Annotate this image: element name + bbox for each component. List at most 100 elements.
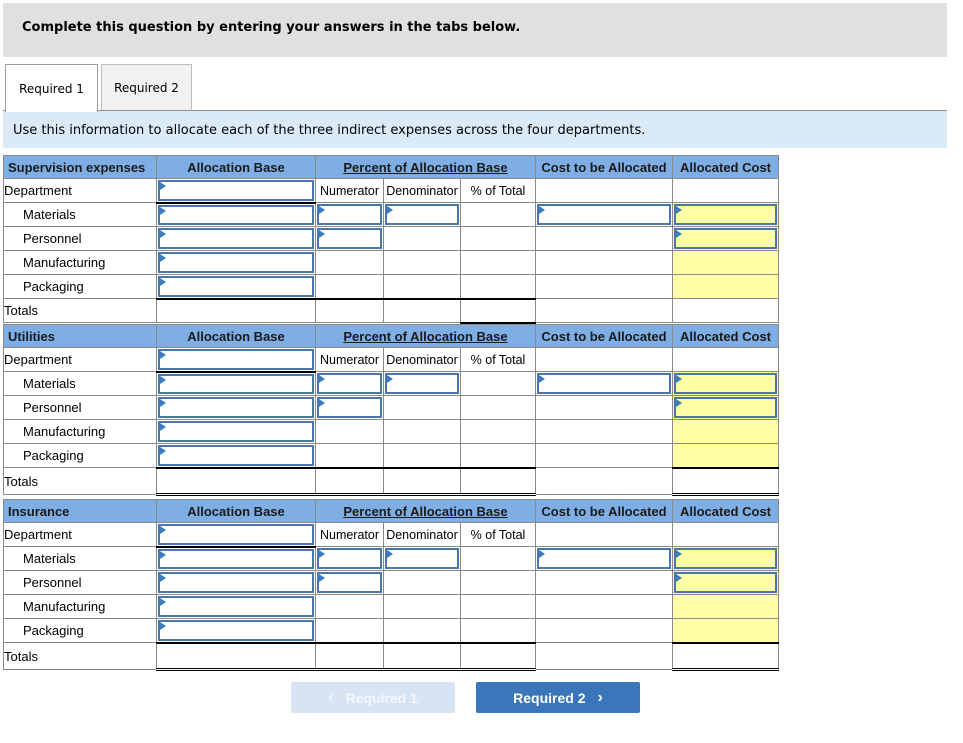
instructions-text: Complete this question by entering your … [22, 20, 521, 35]
department-row: Materials [3, 371, 779, 396]
allocated-cost-header: Allocated Cost [672, 155, 779, 179]
cost-to-be-allocated-total [535, 642, 673, 670]
cost-to-be-allocated-cell [535, 395, 673, 420]
empty-cell [535, 178, 673, 203]
department-name: Manufacturing [3, 594, 157, 619]
allocation-base-input[interactable] [158, 228, 314, 249]
allocated-cost-input[interactable] [674, 228, 777, 249]
allocated-cost-header: Allocated Cost [672, 324, 779, 348]
department-name: Materials [3, 202, 157, 227]
allocated-cost-cell [672, 546, 779, 571]
prev-required-button[interactable]: ‹ Required 1 [291, 682, 455, 713]
empty-cell [672, 178, 779, 203]
numerator-total [315, 642, 384, 671]
department-label: Department [3, 178, 157, 203]
denominator-cell [383, 250, 461, 275]
allocated-cost-input[interactable] [674, 548, 777, 569]
department-subheader-row: Department Numerator Denominator % of To… [3, 522, 779, 548]
allocation-table-supervision-expenses: Supervision expenses Allocation Base Per… [3, 155, 779, 324]
denominator-cell [383, 202, 461, 227]
allocated-cost-cell [672, 618, 779, 644]
next-required-button[interactable]: Required 2 › [476, 682, 640, 713]
department-name: Materials [3, 546, 157, 571]
pct-total-label: % of Total [460, 522, 536, 547]
numerator-input[interactable] [317, 373, 382, 394]
allocation-base-cell [156, 226, 316, 251]
allocation-base-input[interactable] [158, 572, 314, 593]
allocation-base-header: Allocation Base [156, 324, 316, 348]
numerator-input[interactable] [317, 397, 382, 418]
cost-to-be-allocated-header: Cost to be Allocated [535, 499, 673, 523]
cost-to-be-allocated-cell [535, 274, 673, 299]
allocation-base-input[interactable] [158, 421, 314, 442]
allocation-base-input[interactable] [158, 596, 314, 617]
numerator-cell [315, 419, 384, 444]
numerator-input[interactable] [317, 548, 382, 569]
allocated-cost-cell [672, 371, 779, 396]
allocation-base-name-cell [156, 522, 316, 548]
totals-row: Totals [3, 467, 779, 496]
pct-total-total [460, 467, 536, 496]
department-name: Personnel [3, 395, 157, 420]
denominator-cell [383, 443, 461, 469]
denominator-cell [383, 226, 461, 251]
allocation-base-input[interactable] [158, 397, 314, 418]
pct-total-cell [460, 546, 536, 571]
allocation-base-input[interactable] [158, 445, 314, 466]
allocation-base-input[interactable] [158, 204, 314, 225]
allocated-cost-input[interactable] [674, 373, 777, 394]
info-banner: Use this information to allocate each of… [3, 111, 947, 148]
tab-required-2[interactable]: Required 2 [101, 64, 192, 111]
allocation-base-name-input[interactable] [158, 349, 314, 370]
numerator-cell [315, 202, 384, 227]
allocation-base-input[interactable] [158, 252, 314, 273]
allocation-base-input[interactable] [158, 620, 314, 641]
numerator-input[interactable] [317, 572, 382, 593]
allocated-cost-cell [672, 250, 779, 275]
percent-of-allocation-base-header: Percent of Allocation Base [315, 324, 536, 348]
allocated-cost-cell [672, 202, 779, 227]
cost-to-be-allocated-input[interactable] [537, 204, 671, 225]
numerator-label: Numerator [315, 522, 384, 547]
allocation-base-name-input[interactable] [158, 180, 314, 201]
denominator-input[interactable] [385, 373, 459, 394]
numerator-cell [315, 570, 384, 595]
allocation-base-cell [156, 395, 316, 420]
allocation-base-input[interactable] [158, 373, 314, 394]
department-row: Personnel [3, 395, 779, 420]
denominator-label: Denominator [383, 347, 461, 372]
percent-header-text: Percent of Allocation Base [343, 503, 508, 519]
cost-to-be-allocated-cell [535, 618, 673, 643]
allocation-base-name-input[interactable] [158, 524, 314, 545]
pct-total-cell [460, 202, 536, 227]
allocated-cost-input[interactable] [674, 572, 777, 593]
allocation-base-input[interactable] [158, 276, 314, 297]
pct-total-total [460, 298, 536, 324]
allocated-cost-input[interactable] [674, 204, 777, 225]
cost-to-be-allocated-cell [535, 226, 673, 251]
numerator-cell [315, 274, 384, 300]
cost-to-be-allocated-input[interactable] [537, 373, 671, 394]
allocation-base-cell [156, 250, 316, 275]
denominator-cell [383, 371, 461, 396]
section-title: Insurance [3, 499, 157, 523]
cost-to-be-allocated-input[interactable] [537, 548, 671, 569]
department-row: Personnel [3, 226, 779, 251]
totals-row: Totals [3, 642, 779, 671]
numerator-label: Numerator [315, 347, 384, 372]
numerator-input[interactable] [317, 228, 382, 249]
tab-required-1[interactable]: Required 1 [5, 64, 98, 112]
cost-to-be-allocated-cell [535, 419, 673, 444]
denominator-input[interactable] [385, 548, 459, 569]
allocated-cost-cell [672, 274, 779, 299]
allocated-cost-cell [672, 443, 779, 469]
department-name: Personnel [3, 570, 157, 595]
denominator-input[interactable] [385, 204, 459, 225]
empty-cell [672, 347, 779, 372]
numerator-input[interactable] [317, 204, 382, 225]
numerator-label: Numerator [315, 178, 384, 203]
department-row: Personnel [3, 570, 779, 595]
allocated-cost-input[interactable] [674, 397, 777, 418]
department-row: Materials [3, 202, 779, 227]
allocation-base-input[interactable] [158, 548, 314, 569]
